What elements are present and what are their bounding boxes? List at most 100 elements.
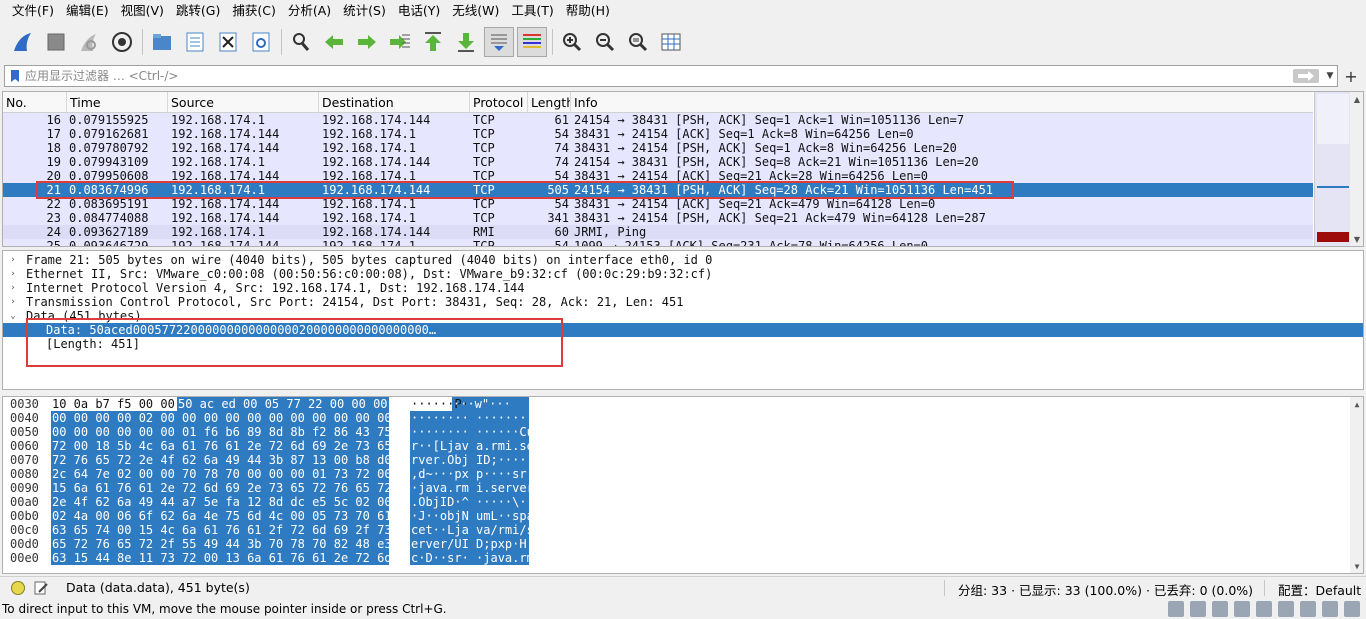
packet-row[interactable]: 19 0.079943109 192.168.174.1 192.168.174…: [3, 155, 1313, 169]
menu-tools[interactable]: 工具(T): [505, 0, 559, 22]
reload-icon: [252, 32, 270, 52]
bytes-pane-scrollbar[interactable]: ▲ ▼: [1350, 397, 1363, 573]
start-capture-button[interactable]: [8, 27, 38, 57]
packet-info: 24154 → 38431 [PSH, ACK] Seq=1 Ack=1 Win…: [574, 113, 965, 127]
packet-row[interactable]: 16 0.079155925 192.168.174.1 192.168.174…: [3, 113, 1313, 127]
find-packet-button[interactable]: [286, 27, 316, 57]
scroll-up-icon[interactable]: ▲: [1350, 397, 1363, 411]
capture-options-button[interactable]: [107, 27, 137, 57]
packet-length: 61: [554, 113, 569, 127]
menu-wireless[interactable]: 无线(W): [446, 0, 505, 22]
expand-chevron-icon[interactable]: ›: [7, 281, 19, 295]
detail-row-ip[interactable]: › Internet Protocol Version 4, Src: 192.…: [3, 281, 1363, 295]
apply-filter-button[interactable]: [1293, 69, 1319, 83]
zoom-out-button[interactable]: [590, 27, 620, 57]
open-file-button[interactable]: [147, 27, 177, 57]
packet-info: 38431 → 24154 [ACK] Seq=1 Ack=8 Win=6425…: [574, 127, 914, 141]
filter-history-dropdown[interactable]: ▼: [1323, 66, 1337, 86]
packet-row[interactable]: 23 0.084774088 192.168.174.144 192.168.1…: [3, 211, 1313, 225]
packet-row[interactable]: 22 0.083695191 192.168.174.144 192.168.1…: [3, 197, 1313, 211]
detail-row-ethernet[interactable]: › Ethernet II, Src: VMware_c0:00:08 (00:…: [3, 267, 1363, 281]
display-filter-input[interactable]: [25, 67, 1293, 85]
selected-field-status: Data (data.data), 451 byte(s): [66, 580, 250, 595]
column-header-source[interactable]: Source: [168, 92, 319, 113]
close-file-button[interactable]: [213, 27, 243, 57]
expand-chevron-icon[interactable]: ›: [7, 267, 19, 281]
cd-drive-icon[interactable]: [1190, 601, 1206, 617]
sound-card-icon[interactable]: [1278, 601, 1294, 617]
packet-row[interactable]: 20 0.079950608 192.168.174.144 192.168.1…: [3, 169, 1313, 183]
stop-capture-button[interactable]: [41, 27, 71, 57]
usb-device-icon[interactable]: [1234, 601, 1250, 617]
expand-chevron-icon[interactable]: ›: [7, 253, 19, 267]
menu-help[interactable]: 帮助(H): [560, 0, 616, 22]
display-icon[interactable]: [1322, 601, 1338, 617]
detail-row-data-value-selected[interactable]: Data: 50aced0005772200000000000000020000…: [3, 323, 1363, 337]
expert-info-icon[interactable]: [11, 581, 25, 595]
normal-size-button[interactable]: [623, 27, 653, 57]
scroll-down-icon[interactable]: ▼: [1350, 232, 1363, 246]
hard-disk-icon[interactable]: [1168, 601, 1184, 617]
resize-columns-button[interactable]: [656, 27, 686, 57]
detail-row-tcp[interactable]: › Transmission Control Protocol, Src Por…: [3, 295, 1363, 309]
go-back-button[interactable]: [319, 27, 349, 57]
auto-scroll-button[interactable]: [484, 27, 514, 57]
search-icon: [293, 33, 310, 51]
filter-bookmark-button[interactable]: [5, 66, 25, 86]
column-header-length[interactable]: Length: [528, 92, 571, 113]
packet-row[interactable]: 24 0.093627189 192.168.174.1 192.168.174…: [3, 225, 1313, 239]
menu-analyze[interactable]: 分析(A): [282, 0, 337, 22]
edit-comment-icon[interactable]: [33, 580, 49, 596]
message-log-icon[interactable]: [1344, 601, 1360, 617]
column-header-no[interactable]: No.: [3, 92, 67, 113]
network-adapter-icon[interactable]: [1212, 601, 1228, 617]
save-file-button[interactable]: [180, 27, 210, 57]
hex-offset: 0090: [10, 481, 39, 495]
last-packet-button[interactable]: [451, 27, 481, 57]
restart-capture-button[interactable]: [74, 27, 104, 57]
vm-host-bar: To direct input to this VM, move the mou…: [0, 600, 1366, 619]
menu-statistics[interactable]: 统计(S): [337, 0, 392, 22]
hex-bytes: 50 ac ed 00 05 77 22 00 00 00: [178, 397, 388, 411]
expand-chevron-icon[interactable]: ›: [7, 295, 19, 309]
menu-view[interactable]: 视图(V): [115, 0, 170, 22]
first-packet-button[interactable]: [418, 27, 448, 57]
packet-length: 54: [554, 127, 569, 141]
packet-row-selected[interactable]: 21 0.083674996 192.168.174.1 192.168.174…: [3, 183, 1313, 197]
detail-row-frame[interactable]: › Frame 21: 505 bytes on wire (4040 bits…: [3, 253, 1363, 267]
go-to-packet-button[interactable]: [385, 27, 415, 57]
menu-go[interactable]: 跳转(G): [170, 0, 226, 22]
ascii-bytes: ···w"···: [453, 397, 511, 411]
colorize-button[interactable]: [517, 27, 547, 57]
packet-row[interactable]: 18 0.079780792 192.168.174.144 192.168.1…: [3, 141, 1313, 155]
detail-row-data[interactable]: ⌄ Data (451 bytes): [3, 309, 1363, 323]
hex-bytes: 72 00 18 5b 4c 6a 61 76 61 2e 72 6d 69 2…: [52, 439, 392, 453]
profile-status[interactable]: 配置：Default: [1278, 580, 1361, 599]
menu-file[interactable]: 文件(F): [6, 0, 60, 22]
status-bar: Data (data.data), 451 byte(s) 分组: 33 · 已…: [0, 576, 1366, 598]
packet-minimap[interactable]: [1314, 92, 1350, 246]
scroll-down-icon[interactable]: ▼: [1350, 559, 1363, 573]
collapse-chevron-icon[interactable]: ⌄: [7, 309, 19, 323]
column-header-time[interactable]: Time: [67, 92, 168, 113]
packet-row[interactable]: 17 0.079162681 192.168.174.144 192.168.1…: [3, 127, 1313, 141]
column-header-protocol[interactable]: Protocol: [470, 92, 528, 113]
menu-telephony[interactable]: 电话(Y): [392, 0, 446, 22]
ascii-bytes: c·D··sr· ·java.rm: [411, 551, 534, 565]
zoom-in-button[interactable]: [557, 27, 587, 57]
scroll-up-icon[interactable]: ▲: [1350, 92, 1363, 106]
packet-row[interactable]: 25 0.093646729 192.168.174.144 192.168.1…: [3, 239, 1313, 246]
column-header-destination[interactable]: Destination: [319, 92, 470, 113]
main-toolbar: [0, 22, 1366, 62]
usb-controller-icon[interactable]: [1300, 601, 1316, 617]
column-header-info[interactable]: Info: [571, 92, 1313, 113]
add-filter-button[interactable]: +: [1341, 65, 1361, 87]
colorize-icon: [523, 34, 541, 48]
detail-row-length[interactable]: [Length: 451]: [3, 337, 1363, 351]
reload-file-button[interactable]: [246, 27, 276, 57]
printer-icon[interactable]: [1256, 601, 1272, 617]
go-forward-button[interactable]: [352, 27, 382, 57]
menu-edit[interactable]: 编辑(E): [60, 0, 115, 22]
packet-list-scrollbar[interactable]: ▲ ▼: [1350, 92, 1363, 246]
menu-capture[interactable]: 捕获(C): [226, 0, 281, 22]
